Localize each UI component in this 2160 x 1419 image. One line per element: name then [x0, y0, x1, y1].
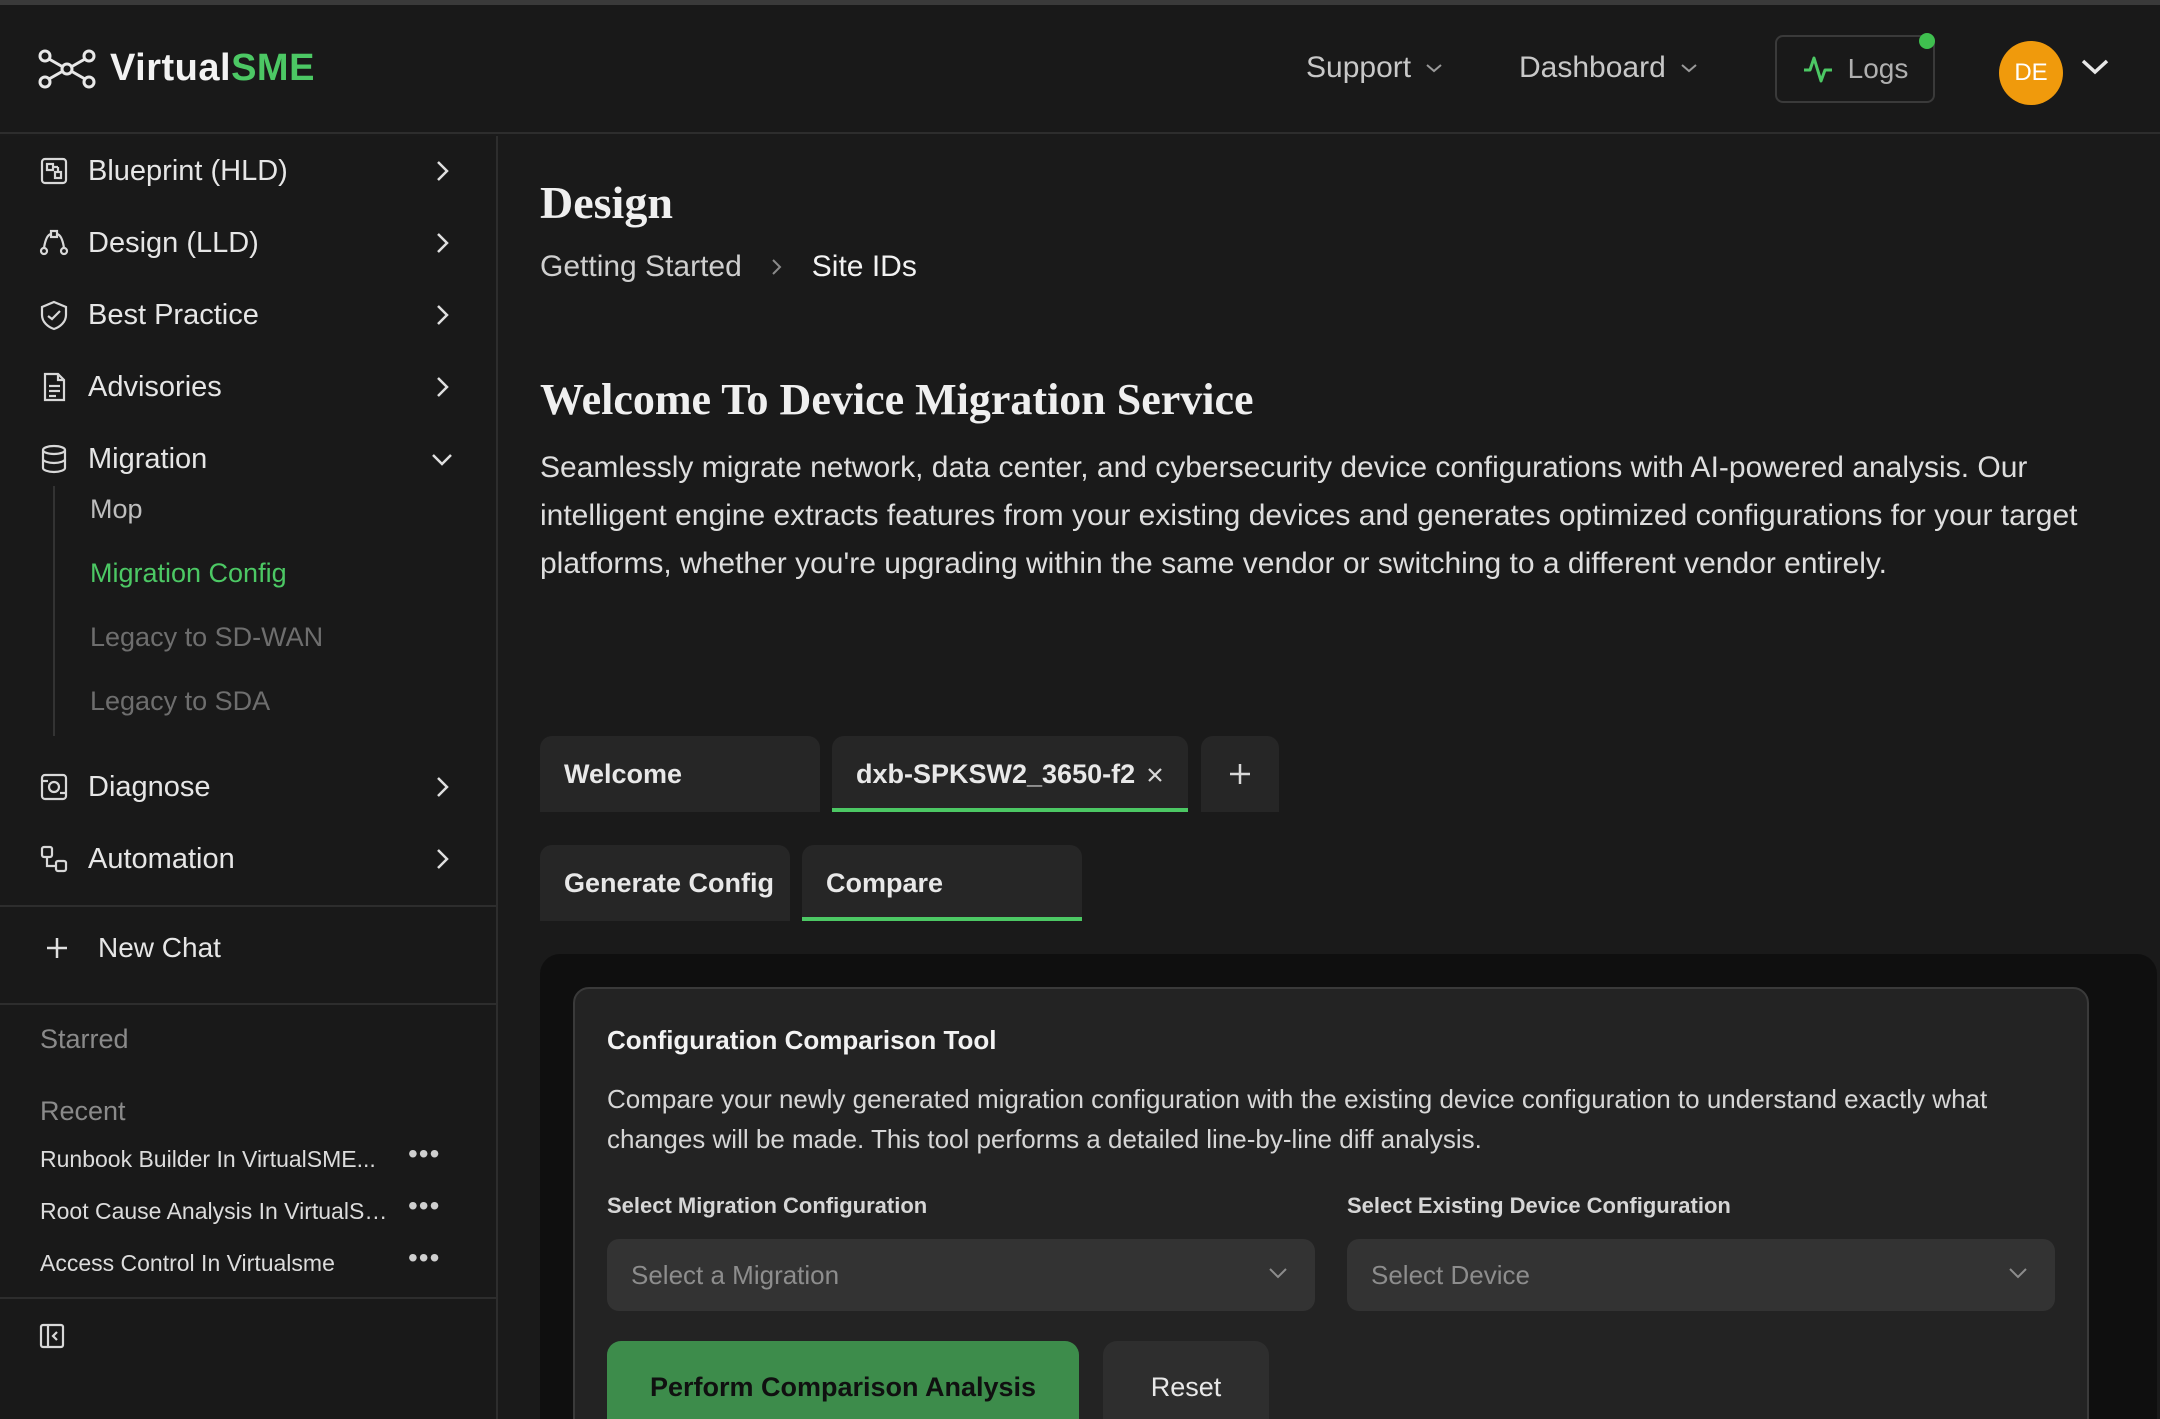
- page-title: Design: [540, 177, 673, 228]
- recent-chat-item[interactable]: Access Control In Virtualsme: [40, 1250, 390, 1277]
- more-options-icon[interactable]: •••: [408, 1138, 440, 1170]
- migration-config-label: Select Migration Configuration: [607, 1193, 928, 1218]
- starred-label: Starred: [40, 1024, 129, 1054]
- sidebar-item-migration[interactable]: Migration: [0, 429, 496, 489]
- dashboard-menu[interactable]: Dashboard: [1519, 51, 1698, 85]
- main-content: Design Getting Started Site IDs Welcome …: [500, 136, 2160, 1419]
- welcome-title: Welcome To Device Migration Service: [540, 375, 1254, 424]
- blueprint-icon: [40, 157, 68, 185]
- automation-icon: [40, 845, 68, 873]
- reset-button[interactable]: Reset: [1103, 1341, 1269, 1419]
- add-tab-button[interactable]: [1201, 736, 1279, 812]
- tab-welcome[interactable]: Welcome: [540, 736, 820, 812]
- logs-status-dot: [1919, 33, 1935, 49]
- support-menu[interactable]: Support: [1306, 51, 1443, 85]
- design-icon: [39, 229, 69, 256]
- shield-icon: [40, 300, 68, 331]
- recent-chat-item[interactable]: Root Cause Analysis In VirtualSME: [40, 1198, 390, 1225]
- sidebar-subitem-legacy-sdwan[interactable]: Legacy to SD-WAN: [90, 622, 323, 653]
- network-logo-icon: [38, 49, 96, 88]
- chevron-down-icon: [1681, 64, 1697, 73]
- sidebar-item-blueprint[interactable]: Blueprint (HLD): [0, 141, 496, 201]
- activity-icon: [1803, 56, 1832, 83]
- account-chevron-down-icon[interactable]: [2080, 57, 2110, 77]
- sidebar-divider: [0, 1297, 496, 1299]
- plus-icon: [47, 938, 67, 958]
- sidebar-item-label: Migration: [88, 442, 208, 475]
- logs-button[interactable]: Logs: [1775, 33, 1935, 103]
- diagnose-icon: [40, 773, 68, 801]
- comparison-tool-description: Compare your newly generated migration c…: [607, 1084, 1988, 1154]
- dashboard-label: Dashboard: [1519, 51, 1666, 84]
- chevron-down-icon: [432, 454, 452, 466]
- perform-comparison-button[interactable]: Perform Comparison Analysis: [607, 1341, 1079, 1419]
- device-config-label: Select Existing Device Configuration: [1347, 1193, 1731, 1218]
- more-options-icon[interactable]: •••: [408, 1242, 440, 1274]
- logs-label: Logs: [1847, 53, 1909, 84]
- chevron-down-icon: [1269, 1268, 1287, 1279]
- support-label: Support: [1306, 51, 1412, 84]
- new-chat-label: New Chat: [98, 932, 221, 963]
- close-icon[interactable]: [1146, 766, 1164, 784]
- sidebar-divider: [0, 905, 496, 907]
- chevron-right-icon: [437, 849, 449, 869]
- breadcrumb-site-ids: Site IDs: [811, 250, 917, 283]
- comparison-tool-card: Configuration Comparison Tool Compare yo…: [573, 987, 2089, 1419]
- document-icon: [43, 372, 66, 402]
- logo-text: VirtualSME: [110, 47, 315, 89]
- sidebar-item-label: Design (LLD): [88, 226, 259, 259]
- breadcrumb-getting-started[interactable]: Getting Started: [540, 250, 742, 284]
- sidebar-item-diagnose[interactable]: Diagnose: [0, 757, 496, 817]
- sidebar-item-label: Advisories: [88, 370, 222, 403]
- sidebar-item-label: Automation: [88, 842, 235, 875]
- sidebar-subitem-legacy-sda[interactable]: Legacy to SDA: [90, 686, 270, 717]
- database-icon: [41, 444, 67, 474]
- more-options-icon[interactable]: •••: [408, 1190, 440, 1222]
- comparison-tool-title: Configuration Comparison Tool: [607, 1025, 997, 1055]
- avatar[interactable]: DE: [1999, 41, 2063, 105]
- welcome-description: Seamlessly migrate network, data center,…: [540, 451, 2078, 580]
- collapse-sidebar-icon[interactable]: [38, 1322, 66, 1350]
- recent-chat-item[interactable]: Runbook Builder In VirtualSME...: [40, 1146, 390, 1173]
- tab-generate-config[interactable]: Generate Config: [540, 845, 790, 921]
- recent-label: Recent: [40, 1096, 126, 1126]
- chevron-right-icon: [437, 377, 449, 397]
- sidebar-subitem-migration-config[interactable]: Migration Config: [90, 558, 287, 589]
- sidebar-item-advisories[interactable]: Advisories: [0, 357, 496, 417]
- sidebar-subitem-mop[interactable]: Mop: [90, 494, 143, 525]
- chevron-right-icon: [772, 259, 782, 275]
- device-select[interactable]: Select Device: [1347, 1239, 2055, 1311]
- sidebar-item-label: Diagnose: [88, 770, 211, 803]
- chevron-down-icon: [1426, 64, 1442, 73]
- breadcrumb: Getting Started Site IDs: [540, 250, 917, 284]
- sidebar-divider: [0, 1003, 496, 1005]
- tab-compare[interactable]: Compare: [802, 845, 1082, 921]
- top-header: VirtualSME Support Dashboard Logs DE: [0, 5, 2160, 134]
- sidebar-item-design[interactable]: Design (LLD): [0, 213, 496, 273]
- sidebar: Blueprint (HLD) Design (LLD) Best Practi…: [0, 136, 498, 1419]
- chevron-down-icon: [2009, 1268, 2027, 1279]
- sidebar-item-label: Blueprint (HLD): [88, 154, 288, 187]
- submenu-guide-line: [53, 486, 55, 736]
- sidebar-item-automation[interactable]: Automation: [0, 829, 496, 889]
- chevron-right-icon: [437, 233, 449, 253]
- plus-icon: [1230, 764, 1250, 784]
- logo[interactable]: VirtualSME: [38, 47, 315, 90]
- sidebar-item-label: Best Practice: [88, 298, 259, 331]
- chevron-right-icon: [437, 305, 449, 325]
- new-chat-button[interactable]: New Chat: [44, 932, 221, 964]
- migration-select[interactable]: Select a Migration: [607, 1239, 1315, 1311]
- sidebar-item-best-practice[interactable]: Best Practice: [0, 285, 496, 345]
- chevron-right-icon: [437, 777, 449, 797]
- chevron-right-icon: [437, 161, 449, 181]
- tab-device[interactable]: dxb-SPKSW2_3650-f2: [832, 736, 1188, 812]
